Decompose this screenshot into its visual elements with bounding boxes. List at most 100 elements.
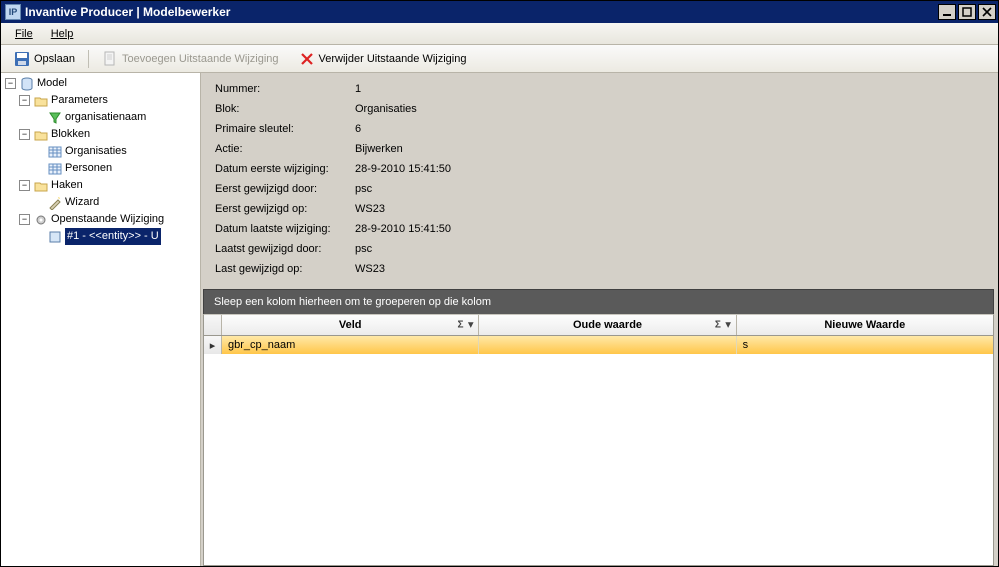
tree-toggle-spacer — [33, 163, 44, 174]
delete-pending-button-label: Verwijder Uitstaande Wijziging — [319, 53, 467, 65]
table-row[interactable]: ▸ gbr_cp_naam s — [204, 336, 993, 354]
tree-toggle-spacer — [33, 197, 44, 208]
tree-node-label: Personen — [65, 160, 112, 177]
menu-help[interactable]: Help — [43, 26, 82, 42]
tree-node-label: #1 - <<entity>> - U — [65, 228, 161, 245]
tree-node-pending-item-1[interactable]: #1 - <<entity>> - U — [31, 228, 200, 245]
label-first-changed-by: Eerst gewijzigd door: — [215, 183, 345, 195]
value-block: Organisaties — [355, 103, 984, 115]
tree-node-label: Organisaties — [65, 143, 127, 160]
grid-body[interactable]: ▸ gbr_cp_naam s — [203, 336, 994, 566]
gear-icon — [34, 213, 48, 227]
value-number: 1 — [355, 83, 984, 95]
table-icon — [48, 145, 62, 159]
menu-file-label: File — [15, 28, 33, 40]
tree-node-model[interactable]: − Model — [3, 75, 200, 92]
value-primary-key: 6 — [355, 123, 984, 135]
close-button[interactable] — [978, 4, 996, 20]
minimize-button[interactable] — [938, 4, 956, 20]
tree-toggle-spacer — [33, 231, 44, 242]
tree-node-blocks[interactable]: − Blokken — [17, 126, 200, 143]
save-icon — [14, 51, 30, 67]
grid-header-old-value-label: Oude waarde — [573, 319, 642, 331]
tree-toggle-spacer — [33, 112, 44, 123]
table-icon — [48, 162, 62, 176]
grid-header-old-value[interactable]: Oude waarde Σ ▾ — [479, 315, 736, 335]
grid-header-new-value-label: Nieuwe Waarde — [824, 319, 905, 331]
database-icon — [20, 77, 34, 91]
grid-header-field-label: Veld — [339, 319, 362, 331]
tree-toggle-icon[interactable]: − — [19, 180, 30, 191]
save-button[interactable]: Opslaan — [5, 47, 84, 71]
delete-pending-button[interactable]: Verwijder Uitstaande Wijziging — [290, 47, 476, 71]
tree-toggle-icon[interactable]: − — [19, 214, 30, 225]
toolbar-separator — [88, 50, 89, 68]
window-title: Invantive Producer | Modelbewerker — [25, 5, 938, 19]
tree-toggle-icon[interactable]: − — [5, 78, 16, 89]
body-area: − Model − Pa — [1, 73, 998, 566]
tree-toggle-spacer — [33, 146, 44, 157]
document-add-icon — [102, 51, 118, 67]
grid-header-indicator — [204, 315, 222, 335]
menu-file[interactable]: File — [7, 26, 41, 42]
wizard-icon — [48, 196, 62, 210]
value-first-changed-on: WS23 — [355, 203, 984, 215]
grid-header-new-value[interactable]: Nieuwe Waarde — [737, 315, 993, 335]
tree-node-label: organisatienaam — [65, 109, 146, 126]
cell-field[interactable]: gbr_cp_naam — [222, 336, 479, 354]
add-pending-button: Toevoegen Uitstaande Wijziging — [93, 47, 288, 71]
tree-node-label: Wizard — [65, 194, 99, 211]
value-date-last-change: 28-9-2010 15:41:50 — [355, 223, 984, 235]
tree-panel[interactable]: − Model − Pa — [1, 73, 201, 566]
cell-new-value[interactable]: s — [737, 336, 993, 354]
tree-toggle-icon[interactable]: − — [19, 129, 30, 140]
funnel-icon — [48, 111, 62, 125]
value-date-first-change: 28-9-2010 15:41:50 — [355, 163, 984, 175]
label-last-changed-on: Last gewijzigd op: — [215, 263, 345, 275]
save-button-label: Opslaan — [34, 53, 75, 65]
grid-header-field[interactable]: Veld Σ ▾ — [222, 315, 479, 335]
tree-node-hooks[interactable]: − Haken — [17, 177, 200, 194]
tree-node-label: Haken — [51, 177, 83, 194]
value-last-changed-by: psc — [355, 243, 984, 255]
label-number: Nummer: — [215, 83, 345, 95]
cell-old-value[interactable] — [479, 336, 736, 354]
folder-icon — [34, 179, 48, 193]
app-window: IP Invantive Producer | Modelbewerker Fi… — [0, 0, 999, 567]
app-icon: IP — [5, 4, 21, 20]
label-date-last-change: Datum laatste wijziging: — [215, 223, 345, 235]
value-last-changed-on: WS23 — [355, 263, 984, 275]
menu-help-label: Help — [51, 28, 74, 40]
change-icon — [48, 230, 62, 244]
maximize-button[interactable] — [958, 4, 976, 20]
window-controls — [938, 4, 996, 20]
right-pane: Nummer: 1 Blok: Organisaties Primaire sl… — [201, 73, 998, 566]
tree-node-label: Blokken — [51, 126, 90, 143]
value-first-changed-by: psc — [355, 183, 984, 195]
grid-header: Veld Σ ▾ Oude waarde Σ ▾ Nieuwe Waarde — [203, 314, 994, 336]
toolbar: Opslaan Toevoegen Uitstaande Wijziging V… — [1, 45, 998, 73]
add-pending-button-label: Toevoegen Uitstaande Wijziging — [122, 53, 279, 65]
menubar: File Help — [1, 23, 998, 45]
label-first-changed-on: Eerst gewijzigd op: — [215, 203, 345, 215]
tree-node-pending[interactable]: − Openstaande Wijziging — [17, 211, 200, 228]
tree-toggle-icon[interactable]: − — [19, 95, 30, 106]
row-indicator-icon: ▸ — [204, 336, 222, 354]
tree-node-label: Parameters — [51, 92, 108, 109]
column-filter-icon[interactable]: Σ ▾ — [458, 320, 475, 331]
tree-node-parameters[interactable]: − Parameters — [17, 92, 200, 109]
tree-node-block-personen[interactable]: Personen — [31, 160, 200, 177]
label-last-changed-by: Laatst gewijzigd door: — [215, 243, 345, 255]
tree-node-param-organisatienaam[interactable]: organisatienaam — [31, 109, 200, 126]
tree-node-label: Openstaande Wijziging — [51, 211, 164, 228]
details-panel: Nummer: 1 Blok: Organisaties Primaire sl… — [201, 73, 998, 281]
tree-node-hook-wizard[interactable]: Wizard — [31, 194, 200, 211]
tree-node-block-organisaties[interactable]: Organisaties — [31, 143, 200, 160]
grid-group-hint[interactable]: Sleep een kolom hierheen om te groeperen… — [203, 289, 994, 314]
tree-node-label: Model — [37, 75, 67, 92]
titlebar: IP Invantive Producer | Modelbewerker — [1, 1, 998, 23]
label-primary-key: Primaire sleutel: — [215, 123, 345, 135]
folder-icon — [34, 94, 48, 108]
label-action: Actie: — [215, 143, 345, 155]
column-filter-icon[interactable]: Σ ▾ — [715, 320, 732, 331]
